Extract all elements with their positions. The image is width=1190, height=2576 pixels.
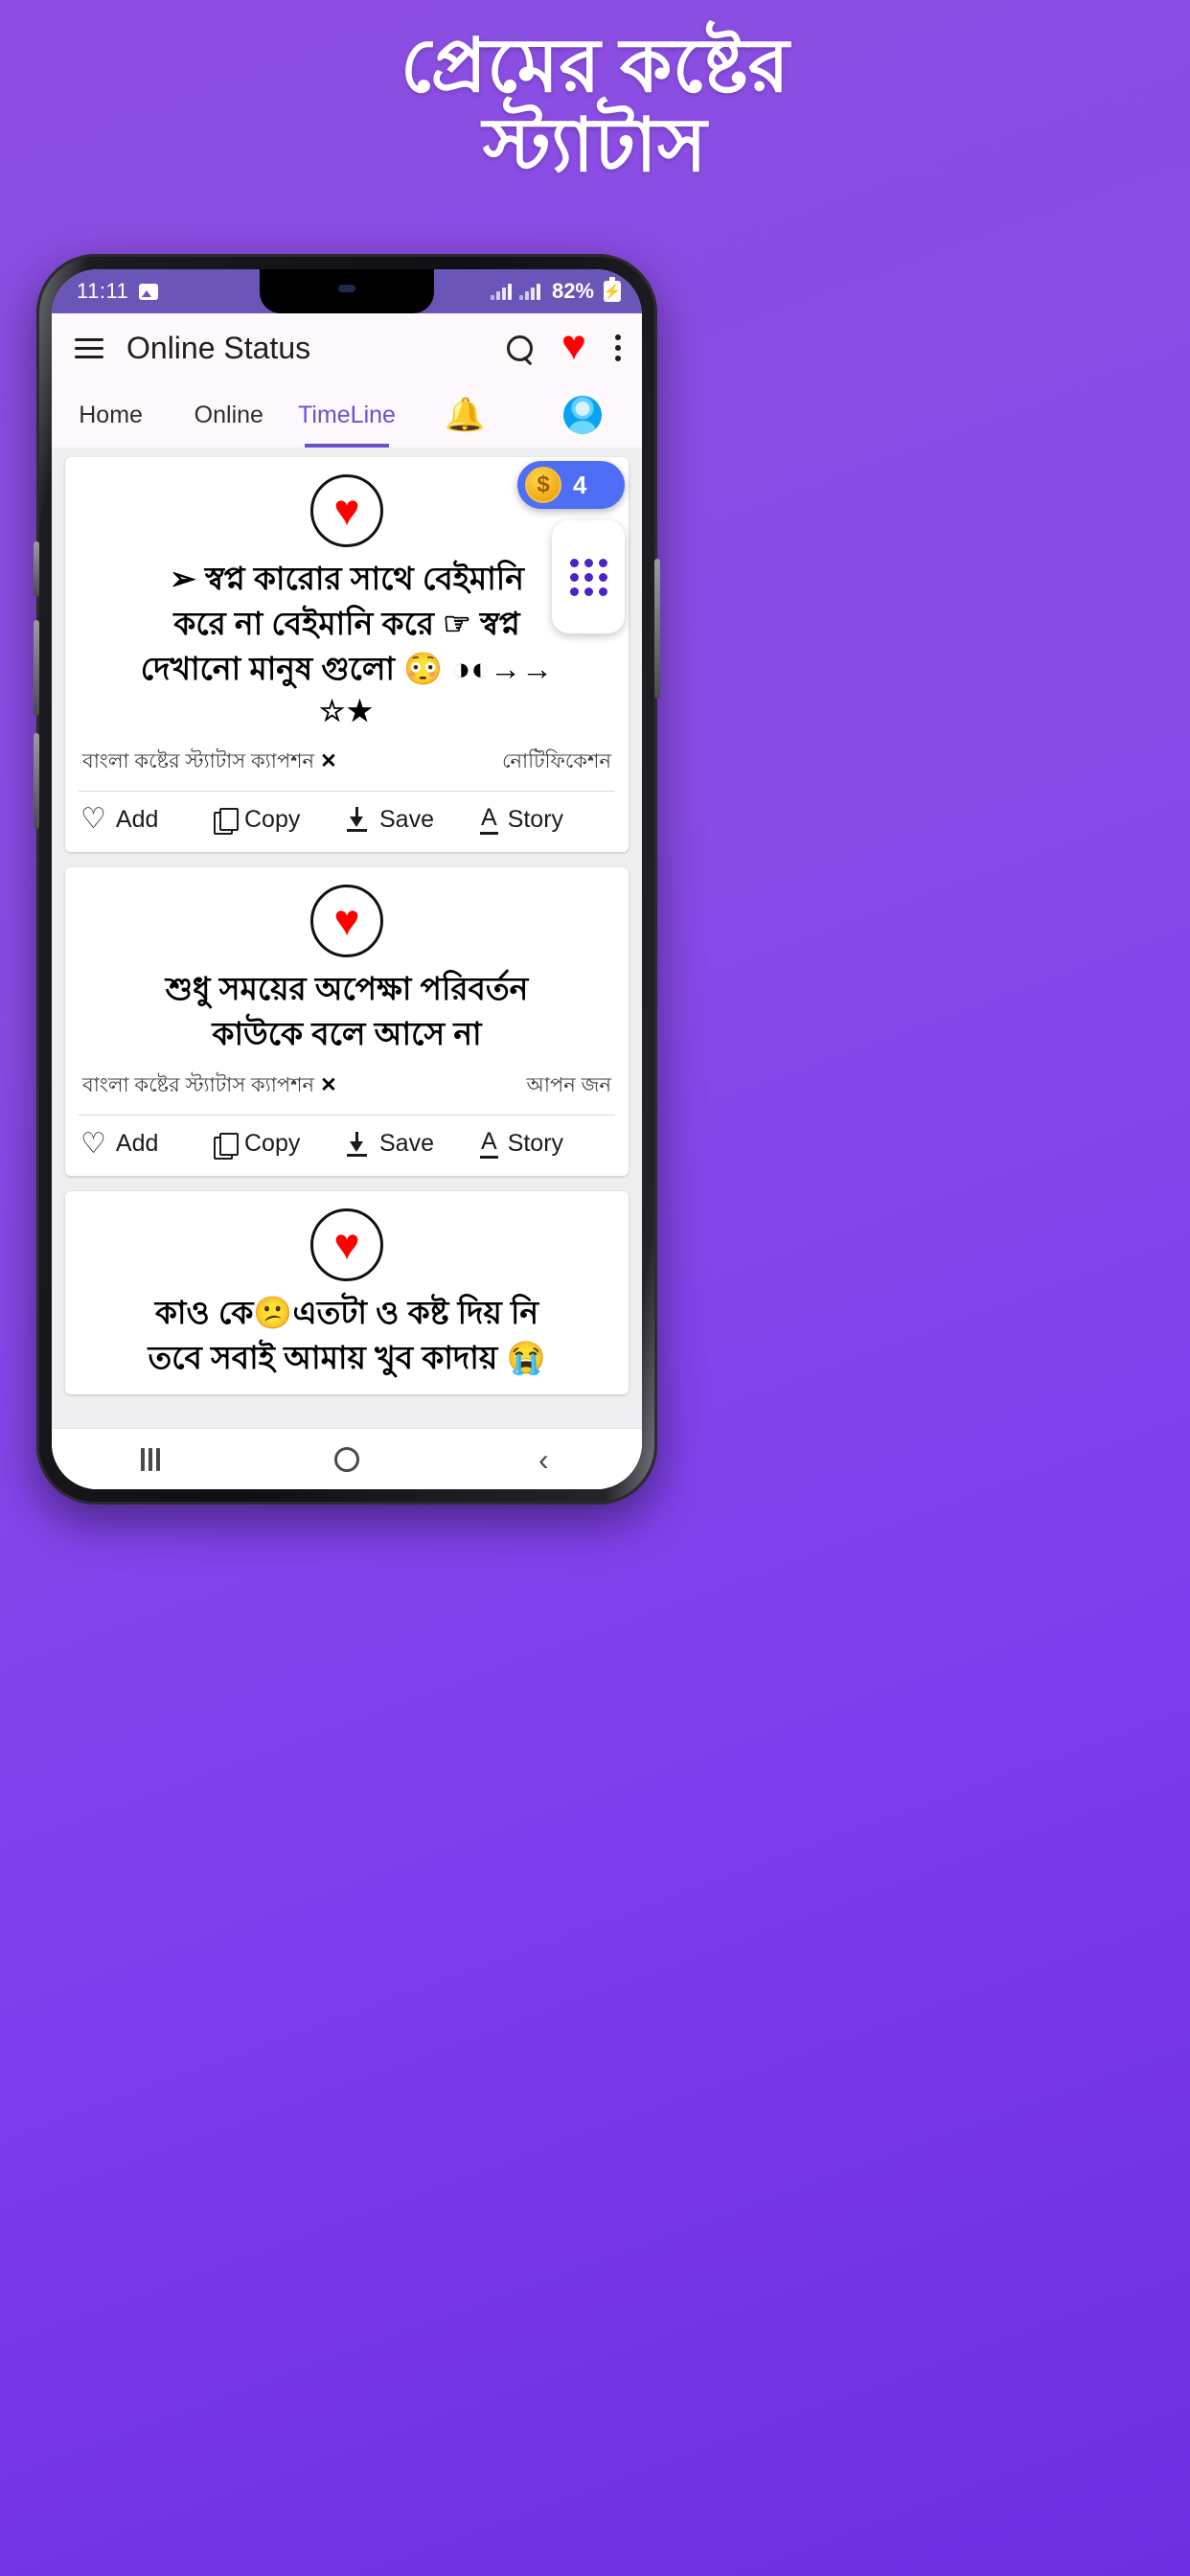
apps-grid-button[interactable]	[552, 520, 625, 633]
quote-line: করে না বেইমানি করে ☞ স্বপ্ন	[173, 605, 520, 641]
text-story-icon: A	[480, 805, 498, 835]
battery-percent-label: 82%	[551, 279, 594, 303]
home-icon	[333, 1446, 359, 1472]
copy-button[interactable]: Copy	[214, 1130, 347, 1160]
story-button-label: Story	[507, 1130, 564, 1158]
recents-icon	[140, 1447, 160, 1471]
page-title-line-2: স্ট্যাটাস	[482, 103, 708, 187]
status-card[interactable]: ♥ কাও কে😕এতটা ও কষ্ট দিয় নি তবে সবাই আম…	[65, 1190, 629, 1394]
card-actions: ♡ Add Copy Save A Story	[79, 1116, 615, 1168]
close-icon[interactable]: ✕	[320, 1074, 337, 1096]
profile-avatar-icon	[563, 396, 603, 434]
save-button[interactable]: Save	[347, 806, 480, 834]
apps-grid-icon	[569, 558, 607, 596]
story-button[interactable]: A Story	[480, 805, 613, 835]
coin-icon: $	[525, 467, 561, 503]
close-icon[interactable]: ✕	[320, 750, 337, 772]
add-button[interactable]: ♡ Add	[80, 805, 214, 834]
card-category: নোটিফিকেশন	[501, 750, 611, 773]
status-quote: শুধু সময়ের অপেক্ষা পরিবর্তন কাউকে বলে আ…	[79, 959, 615, 1063]
camera-notch	[260, 269, 434, 313]
story-button-label: Story	[507, 805, 564, 833]
nav-recents-button[interactable]	[52, 1447, 248, 1471]
page-title: প্রেমের কষ্টের স্ট্যাটাস	[0, 24, 1190, 187]
save-button-label: Save	[379, 805, 434, 833]
phone-mockup: 11:11 82% ⚡ Online Status ♥ Home Online …	[34, 254, 660, 1505]
status-card[interactable]: ♥ ➢ স্বপ্ন কারোর সাথে বেইমানি করে না বেই…	[65, 457, 629, 852]
quote-line: কাউকে বলে আসে না	[212, 1015, 482, 1051]
status-feed[interactable]: ♥ ➢ স্বপ্ন কারোর সাথে বেইমানি করে না বেই…	[52, 448, 642, 1489]
heart-outline-icon: ♡	[80, 803, 106, 836]
heart-icon: ♥	[310, 1208, 383, 1281]
quote-line: ☆★	[319, 695, 375, 727]
phone-volume-down-button	[34, 733, 39, 829]
add-button-label: Add	[115, 805, 159, 833]
favorites-heart-icon[interactable]: ♥	[561, 325, 586, 367]
battery-charging-icon: ⚡	[604, 277, 621, 302]
download-icon	[347, 807, 370, 833]
copy-button[interactable]: Copy	[214, 805, 347, 836]
copy-button-label: Copy	[244, 805, 301, 833]
save-button[interactable]: Save	[347, 1130, 480, 1158]
system-nav-bar: ‹	[52, 1428, 642, 1489]
quote-line: শুধু সময়ের অপেক্ষা পরিবর্তন	[165, 970, 529, 1006]
signal-bars-icon	[490, 283, 512, 300]
status-quote: কাও কে😕এতটা ও কষ্ট দিয় নি তবে সবাই আমায…	[79, 1283, 615, 1387]
card-caption-wrap: বাংলা কষ্টের স্ট্যাটাস ক্যাপশন ✕	[82, 746, 337, 779]
quote-line: কাও কে😕এতটা ও কষ্ট দিয় নি	[154, 1294, 539, 1330]
app-bar: Online Status ♥	[52, 313, 642, 382]
phone-volume-up-button	[34, 620, 39, 716]
page-title-line-1: প্রেমের কষ্টের	[400, 24, 790, 107]
story-button[interactable]: A Story	[480, 1129, 613, 1159]
card-category: আপন জন	[526, 1074, 611, 1097]
quote-line: ➢ স্বপ্ন কারোর সাথে বেইমানি	[170, 561, 524, 596]
card-actions: ♡ Add Copy Save A Story	[79, 792, 615, 844]
tab-profile[interactable]	[524, 382, 642, 448]
heart-icon: ♥	[310, 884, 383, 957]
heart-icon: ♥	[310, 474, 383, 547]
status-time: 11:11	[77, 279, 129, 303]
copy-icon	[214, 808, 239, 836]
card-meta: বাংলা কষ্টের স্ট্যাটাস ক্যাপশন ✕ আপন জন	[79, 1062, 615, 1116]
app-title: Online Status	[126, 330, 311, 365]
card-caption: বাংলা কষ্টের স্ট্যাটাস ক্যাপশন	[82, 1074, 315, 1097]
save-button-label: Save	[379, 1130, 434, 1158]
copy-button-label: Copy	[244, 1130, 301, 1158]
text-story-icon: A	[480, 1129, 498, 1159]
phone-screen: 11:11 82% ⚡ Online Status ♥ Home Online …	[52, 269, 642, 1489]
phone-power-button	[654, 559, 660, 699]
card-meta: বাংলা কষ্টের স্ট্যাটাস ক্যাপশন ✕ নোটিফিকে…	[79, 738, 615, 793]
coin-badge[interactable]: $ 4	[517, 461, 625, 509]
add-button-label: Add	[115, 1130, 159, 1158]
nav-back-button[interactable]: ‹	[446, 1444, 642, 1475]
download-icon	[347, 1131, 370, 1157]
tab-notifications[interactable]: 🔔	[406, 382, 524, 448]
tab-timeline[interactable]: TimeLine	[287, 382, 405, 448]
copy-icon	[214, 1132, 239, 1160]
status-bar: 11:11 82% ⚡	[52, 269, 642, 313]
status-card[interactable]: ♥ শুধু সময়ের অপেক্ষা পরিবর্তন কাউকে বলে…	[65, 866, 629, 1176]
back-icon: ‹	[538, 1441, 549, 1477]
more-vertical-icon[interactable]	[615, 330, 621, 366]
quote-line: দেখানো মানুষ গুলো 😳 ◑◐→→	[140, 650, 554, 686]
quote-line: তবে সবাই আমায় খুব কাদায় 😭	[148, 1339, 546, 1375]
card-caption-wrap: বাংলা কষ্টের স্ট্যাটাস ক্যাপশন ✕	[82, 1070, 337, 1103]
tab-online[interactable]: Online	[170, 382, 287, 448]
card-caption: বাংলা কষ্টের স্ট্যাটাস ক্যাপশন	[82, 750, 315, 773]
gallery-icon	[139, 283, 159, 300]
heart-outline-icon: ♡	[80, 1127, 106, 1160]
hamburger-menu-icon[interactable]	[75, 333, 103, 364]
tab-home[interactable]: Home	[52, 382, 170, 448]
coin-count: 4	[573, 470, 587, 499]
search-icon[interactable]	[506, 334, 533, 361]
add-button[interactable]: ♡ Add	[80, 1127, 214, 1160]
signal-bars-secondary-icon	[518, 283, 540, 300]
tab-bar: Home Online TimeLine 🔔	[52, 382, 642, 448]
nav-home-button[interactable]	[248, 1446, 445, 1472]
phone-button-top-left	[34, 541, 39, 597]
bell-icon: 🔔	[445, 397, 486, 433]
status-quote: ➢ স্বপ্ন কারোর সাথে বেইমানি করে না বেইমা…	[79, 549, 615, 738]
